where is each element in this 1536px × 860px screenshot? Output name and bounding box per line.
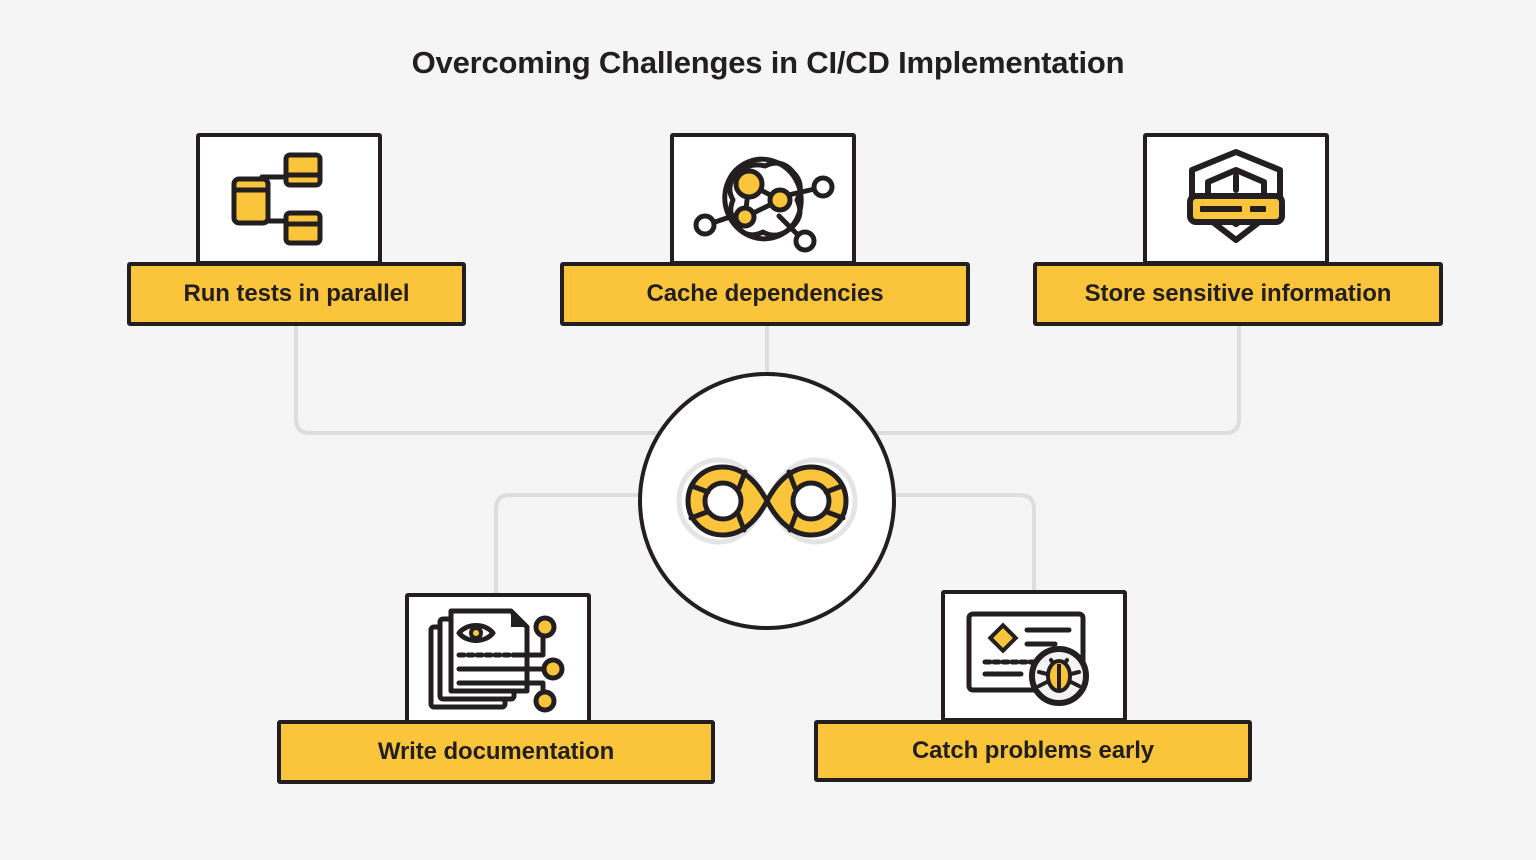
network-nodes-icon (693, 156, 835, 253)
network-node-tertiary (733, 205, 757, 229)
network-endpoint-right (811, 175, 835, 199)
diagram-canvas: Overcoming Challenges in CI/CD Implement… (0, 0, 1536, 860)
page-title: Overcoming Challenges in CI/CD Implement… (411, 45, 1125, 80)
document-fold-corner (511, 611, 527, 627)
icon-card-shield-lock (1143, 133, 1329, 265)
icon-card-code-bug (941, 590, 1127, 722)
label-run-tests-in-parallel[interactable]: Run tests in parallel (127, 262, 466, 326)
icon-card-documents-eye (405, 593, 591, 725)
label-text: Write documentation (377, 738, 615, 765)
parallel-tasks-icon (231, 152, 323, 246)
network-node-primary (733, 168, 765, 200)
network-endpoint-left (693, 213, 717, 237)
label-text: Run tests in parallel (183, 280, 410, 307)
icon-card-parallel-tasks (196, 133, 382, 265)
center-hub-devops-loop (638, 372, 896, 630)
label-catch-problems-early[interactable]: Catch problems early (814, 720, 1252, 782)
devops-infinity-loop-icon (676, 457, 858, 545)
parallel-branch-block-2 (283, 210, 323, 246)
parallel-branch-block-1 (283, 152, 323, 188)
circuit-node-middle (541, 657, 565, 681)
documents-eye-icon (428, 608, 565, 713)
circuit-node-bottom (533, 689, 557, 713)
label-write-documentation[interactable]: Write documentation (277, 720, 715, 784)
label-cache-dependencies[interactable]: Cache dependencies (560, 262, 970, 326)
circuit-node-top (533, 615, 557, 639)
label-text: Catch problems early (911, 737, 1155, 764)
shield-lock-icon (1187, 149, 1285, 243)
network-node-secondary (767, 187, 793, 213)
label-text: Store sensitive information (1084, 280, 1392, 307)
document-eye-pupil (469, 626, 483, 640)
label-store-sensitive-information[interactable]: Store sensitive information (1033, 262, 1443, 326)
icon-card-network-nodes (670, 133, 856, 265)
code-bug-icon (966, 611, 1089, 706)
parallel-main-block (231, 176, 271, 226)
label-text: Cache dependencies (646, 280, 884, 307)
network-endpoint-bottom (793, 229, 817, 253)
